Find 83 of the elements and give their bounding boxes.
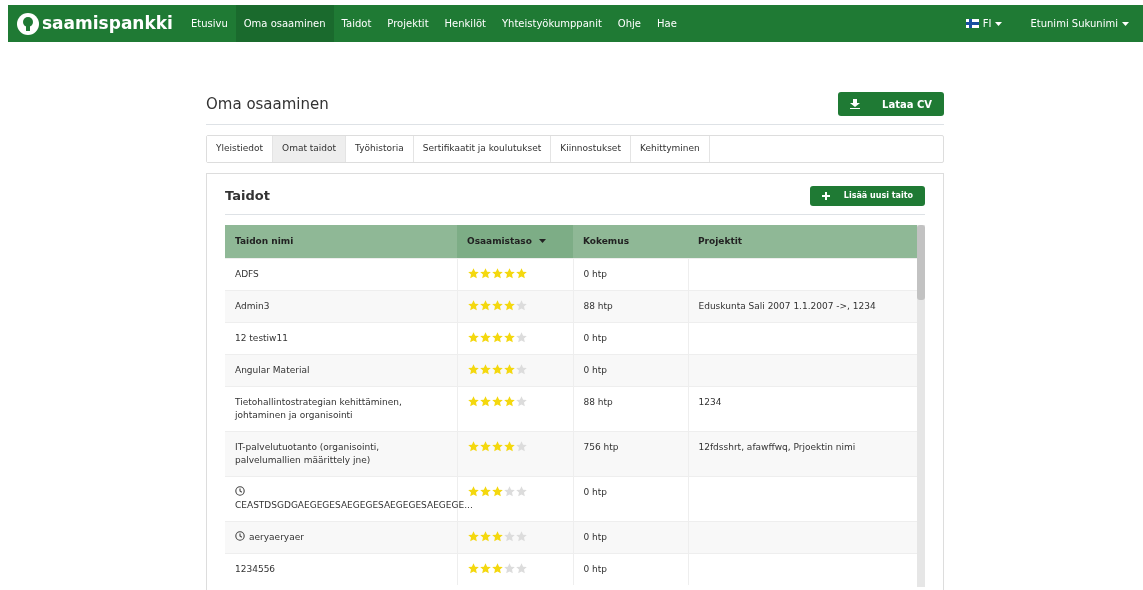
nav-link[interactable]: Taidot [333,5,380,42]
experience-text: 0 htp [583,564,608,574]
star-icon [491,530,503,542]
skill-name: Tietohallintostrategian kehittäminen, johtaminen ja organisointi [235,396,402,420]
download-button[interactable]: Lataa CV [838,92,944,116]
star-icon [467,440,479,452]
experience-text: 0 htp [583,268,608,279]
star-icon [491,485,503,497]
star-icon [491,395,503,407]
experience-text: 0 htp [583,364,608,375]
section-title: Taidot [225,188,270,204]
nav-link[interactable]: Oma osaaminen [235,5,334,42]
star-icon [503,395,515,407]
nav-link[interactable]: Etusivu [182,5,236,42]
project-list: Eduskunta Sali 2007 1.1.2007 ->, 1234 [698,300,876,311]
brand-name: saamispankki [42,11,173,35]
skill-name: Angular Material [235,364,310,375]
caret-icon [995,21,1003,26]
star-icon [503,440,515,452]
nav-link[interactable]: Ohje [609,5,649,42]
download-icon [850,99,861,109]
skill-name: IT-palvelutuotanto (organisointi, palvelumallien määrittely jne) [235,441,380,465]
skill-name: CEASTDSGDGAEGEGESAEGEGESAEGEGESAEGEGE... [235,499,473,510]
star-icon [479,299,491,311]
experience-text: 0 htp [583,332,608,343]
nav-link[interactable]: Henkilöt [436,5,494,42]
star-icon [467,267,479,279]
star-icon [479,331,491,343]
star-icon [491,363,503,375]
nav-link[interactable]: Hae [649,5,685,42]
sort-caret-icon [539,239,547,243]
star-icon [479,363,491,375]
experience-text: 756 htp [583,441,619,452]
skill-name: ADFS [235,268,259,279]
add-skill-button[interactable]: Lisää uusi taito [809,186,925,206]
skill-name: aeryaeryaer [249,531,304,542]
star-icon [479,485,491,497]
nav-link[interactable]: Projektit [379,5,437,42]
tab[interactable]: Yleistiedot [207,136,274,162]
column-header[interactable]: Osaamistaso [457,225,573,258]
experience-text: 88 htp [583,396,613,407]
flag-icon [965,19,979,28]
star-icon [503,267,515,279]
lightbulb-head-icon [16,11,40,36]
language-menu[interactable]: FI [957,5,1011,42]
tab[interactable]: Omat taidot [273,136,347,162]
project-list: 1234 [698,396,722,407]
star-icon [479,267,491,279]
experience-text: 0 htp [583,486,608,497]
column-header[interactable]: Kokemus [573,225,688,258]
nav-link[interactable]: Yhteistyökumppanit [493,5,610,42]
experience-text: 88 htp [583,300,613,311]
page-title: Oma osaaminen [206,95,329,113]
star-icon [515,267,527,279]
star-icon [467,563,479,574]
star-icon [467,485,479,497]
column-header[interactable]: Projektit [688,225,918,258]
star-icon [467,363,479,375]
star-icon [479,440,491,452]
plus-icon [821,192,830,200]
caret-icon [1122,21,1129,26]
star-icon [503,331,515,343]
experience-text: 0 htp [583,531,608,542]
star-icon [491,440,503,452]
star-icon [467,299,479,311]
star-icon [503,299,515,311]
user-menu[interactable]: Etunimi Sukunimi [1022,5,1137,42]
skill-name: 1234556 [235,564,276,574]
star-icon [479,563,491,574]
star-icon [491,299,503,311]
star-icon [467,331,479,343]
star-icon [503,363,515,375]
star-icon [479,395,491,407]
skill-name: Admin3 [235,300,270,311]
skill-name: 12 testiw11 [235,332,288,343]
star-icon [491,563,503,574]
star-icon [491,267,503,279]
star-icon [467,395,479,407]
star-icon [467,530,479,542]
star-icon [479,530,491,542]
star-icon [491,331,503,343]
project-list: 12fdsshrt, afawffwq, Prjoektin nimi [698,441,856,452]
column-header[interactable]: Taidon nimi [225,225,457,258]
